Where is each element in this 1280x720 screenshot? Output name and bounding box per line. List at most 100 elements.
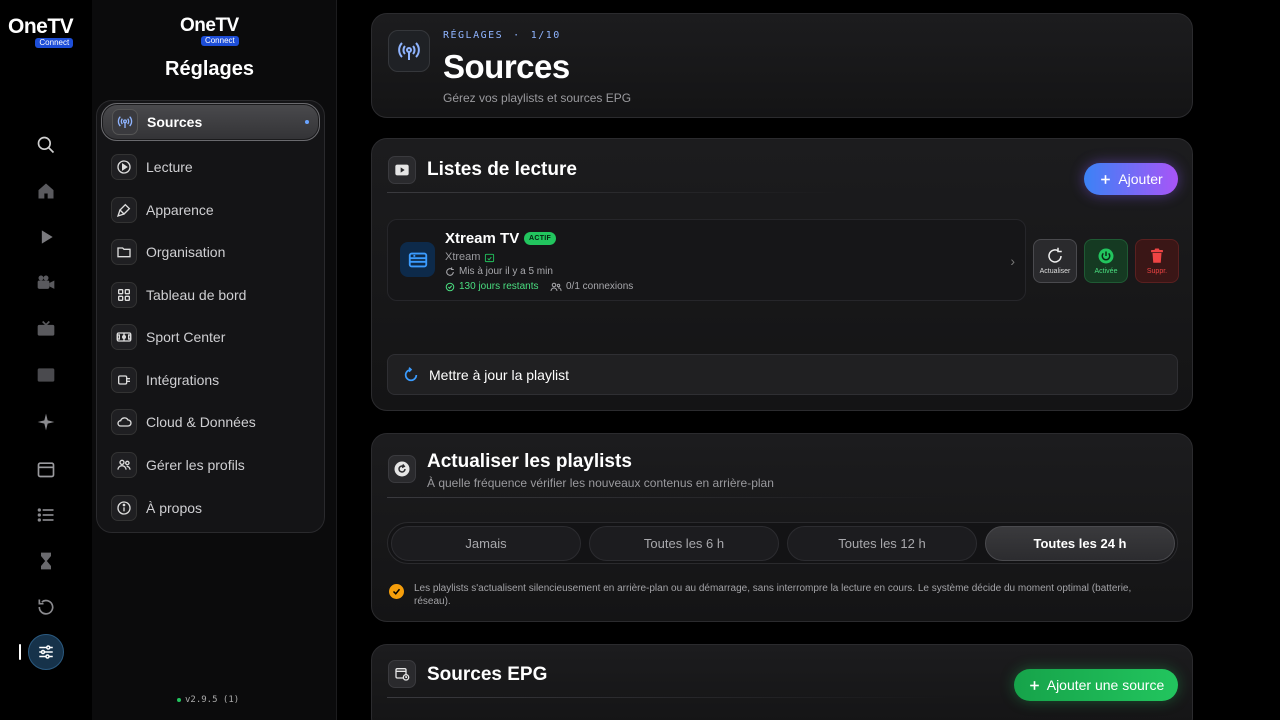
play-square-icon (388, 156, 416, 184)
menu-item-apparence[interactable]: Apparence (101, 191, 320, 229)
play-icon[interactable] (34, 225, 58, 249)
breadcrumb: RÉGLAGES · 1/10 (443, 30, 561, 41)
update-playlist-button[interactable]: Mettre à jour la playlist (387, 354, 1178, 395)
search-icon[interactable] (34, 133, 58, 157)
refresh-note: Les playlists s'actualisent silencieusem… (389, 582, 1149, 608)
cloud-icon (111, 409, 137, 435)
breadcrumb-separator: · (513, 30, 521, 41)
logo-word: OneTV (8, 15, 74, 38)
option-6h[interactable]: Toutes les 6 h (589, 526, 779, 561)
section-title: Actualiser les playlists (427, 451, 632, 472)
playlist-server-icon (400, 242, 435, 277)
page-title: Sources (443, 48, 570, 85)
menu-item-label: Sport Center (146, 329, 226, 345)
version-status-dot (177, 698, 181, 702)
menu-item-label: Cloud & Données (146, 414, 256, 430)
epg-sources-card: Sources EPG Ajouter une source (371, 644, 1193, 720)
option-12h[interactable]: Toutes les 12 h (787, 526, 977, 561)
section-divider (387, 497, 947, 498)
section-divider (387, 192, 837, 193)
delete-playlist-button[interactable]: Suppr. (1135, 239, 1179, 283)
trash-icon (1151, 248, 1163, 263)
grid-icon (111, 282, 137, 308)
settings-sliders-icon[interactable] (28, 634, 64, 670)
clock-check-icon (445, 282, 455, 291)
menu-item-label: Tableau de bord (146, 287, 247, 303)
check-icon (389, 584, 404, 599)
page-header-card: RÉGLAGES · 1/10 Sources Gérez vos playli… (371, 13, 1193, 118)
update-playlist-label: Mettre à jour la playlist (429, 366, 570, 383)
menu-item-a-propos[interactable]: À propos (101, 489, 320, 527)
active-rail-marker (19, 644, 21, 660)
section-divider (387, 697, 947, 698)
breadcrumb-section: RÉGLAGES (443, 30, 504, 41)
menu-item-organisation[interactable]: Organisation (101, 233, 320, 271)
menu-item-label: Intégrations (146, 372, 220, 388)
movie-camera-icon[interactable] (34, 271, 58, 295)
playlist-updated: Mis à jour il y a 5 min (445, 266, 553, 277)
add-epg-source-button[interactable]: Ajouter une source (1014, 669, 1178, 701)
refresh-playlists-card: Actualiser les playlists À quelle fréque… (371, 433, 1193, 622)
app-logo: OneTV Connect (8, 15, 74, 48)
playlist-days-left: 130 jours restants (445, 281, 539, 292)
refresh-note-text: Les playlists s'actualisent silencieusem… (414, 583, 1132, 607)
settings-sidebar: OneTV Connect Réglages Sources Lecture A… (92, 0, 337, 720)
option-24h[interactable]: Toutes les 24 h (985, 526, 1175, 561)
version-text: v2.9.5 (1) (185, 695, 240, 705)
toggle-active-button[interactable]: Activée (1084, 239, 1128, 283)
logo-badge: Connect (35, 38, 74, 48)
playlist-name: Xtream TV (445, 230, 520, 247)
film-icon[interactable] (34, 363, 58, 387)
menu-item-sport-center[interactable]: Sport Center (101, 318, 320, 356)
hourglass-icon[interactable] (34, 549, 58, 573)
home-icon[interactable] (34, 179, 58, 203)
menu-item-label: À propos (146, 500, 203, 516)
page-subtitle: Gérez vos playlists et sources EPG (443, 91, 632, 105)
option-jamais[interactable]: Jamais (391, 526, 581, 561)
plug-icon (111, 367, 137, 393)
chevron-right-icon: › (1010, 253, 1015, 269)
paint-brush-icon (111, 197, 137, 223)
calendar-check-icon (485, 253, 495, 262)
settings-menu: Sources Lecture Apparence Organisation T… (96, 100, 325, 533)
menu-item-gerer-profils[interactable]: Gérer les profils (101, 446, 320, 484)
menu-item-lecture[interactable]: Lecture (101, 148, 320, 186)
tv-icon[interactable] (34, 317, 58, 341)
menu-item-integrations[interactable]: Intégrations (101, 361, 320, 399)
list-icon[interactable] (34, 503, 58, 527)
refresh-button-label: Actualiser (1039, 268, 1071, 275)
section-title: Sources EPG (427, 664, 548, 685)
power-icon (1098, 248, 1114, 264)
add-playlist-button[interactable]: Ajouter (1084, 163, 1178, 195)
folder-icon (111, 239, 137, 265)
section-title: Listes de lecture (427, 159, 577, 180)
playlist-days-left-label: 130 jours restants (459, 281, 539, 292)
status-badge: ACTIF (524, 232, 557, 245)
playlist-item[interactable]: Xtream TV ACTIF Xtream Mis à jour il y a… (387, 219, 1026, 301)
refresh-icon (1048, 247, 1062, 263)
menu-item-cloud-donnees[interactable]: Cloud & Données (101, 403, 320, 441)
playlist-connections: 0/1 connexions (550, 281, 633, 292)
logo-badge: Connect (200, 36, 239, 46)
calendar-clock-icon (388, 660, 416, 688)
menu-item-tableau-de-bord[interactable]: Tableau de bord (101, 276, 320, 314)
add-button-label: Ajouter (1118, 171, 1163, 187)
settings-title: Réglages (165, 58, 254, 80)
playlists-card: Listes de lecture Ajouter Xtream TV ACTI… (371, 138, 1193, 411)
refresh-playlist-button[interactable]: Actualiser (1033, 239, 1077, 283)
active-button-label: Activée (1094, 268, 1118, 275)
sparkle-icon[interactable] (34, 410, 58, 434)
calendar-icon[interactable] (34, 457, 58, 481)
history-icon[interactable] (34, 595, 58, 619)
menu-item-label: Organisation (146, 244, 226, 260)
refresh-circle-icon (388, 455, 416, 483)
info-icon (111, 495, 137, 521)
antenna-icon (388, 30, 430, 72)
menu-item-label: Gérer les profils (146, 457, 245, 473)
menu-item-label: Sources (147, 114, 203, 130)
breadcrumb-step: 1/10 (530, 30, 561, 41)
logo-word: OneTV (180, 15, 239, 36)
antenna-icon (112, 109, 138, 135)
menu-item-sources[interactable]: Sources (101, 103, 320, 141)
menu-item-label: Lecture (146, 159, 193, 175)
